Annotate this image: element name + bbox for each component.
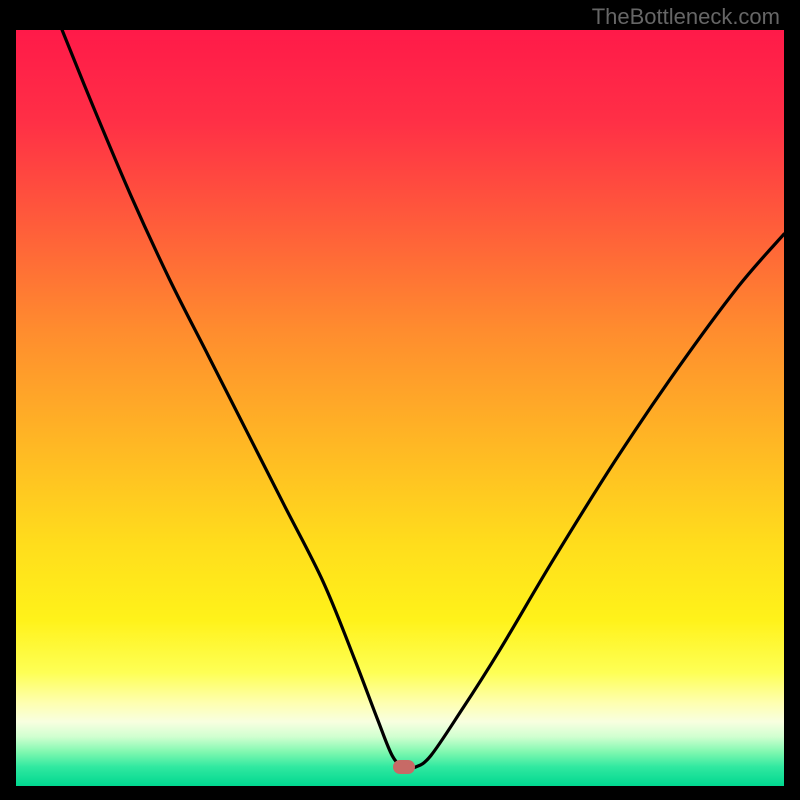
optimal-marker — [393, 760, 415, 774]
chart-frame: TheBottleneck.com — [0, 0, 800, 800]
plot-area — [16, 30, 784, 786]
watermark-text: TheBottleneck.com — [592, 4, 780, 30]
bottleneck-curve — [16, 30, 784, 786]
